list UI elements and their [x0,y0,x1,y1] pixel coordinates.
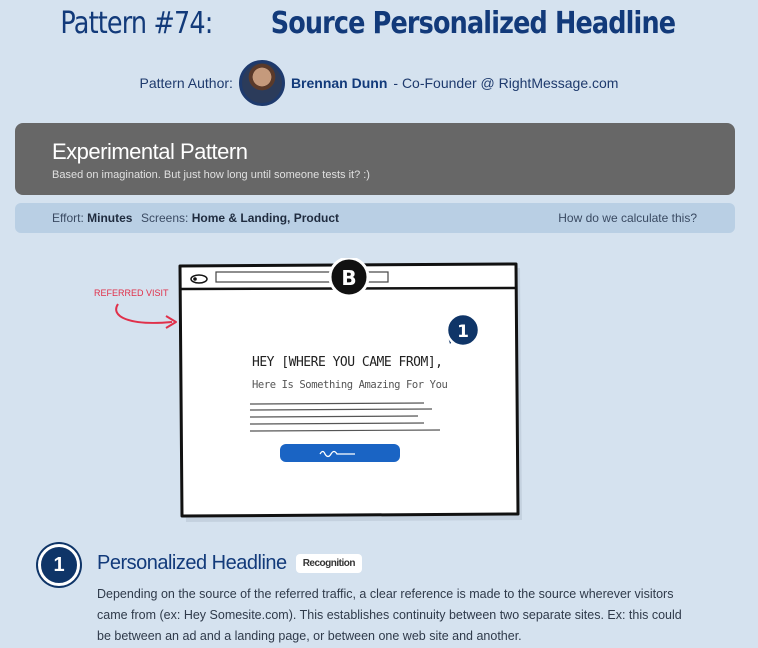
illustration: B REFERRED VISIT 1 HEY [WHERE YOU CAME F… [94,258,522,522]
marker-label: 1 [457,322,469,342]
referred-arrow [115,303,173,324]
calc-link[interactable]: How do we calculate this? [558,211,697,225]
effort-value: Minutes [87,211,133,225]
item-number-badge: 1 [38,544,80,586]
author-row: Pattern Author: Brennan Dunn - Co-Founde… [0,56,758,110]
mock-subheadline: Here Is Something Amazing For You [252,379,447,391]
author-prefix: Pattern Author: [139,75,233,91]
item-title-text: Personalized Headline [97,552,287,574]
mock-headline: HEY [WHERE YOU CAME FROM], [252,355,443,370]
banner-heading: Experimental Pattern [52,139,248,164]
screens-value: Home & Landing, Product [191,211,340,225]
mock-cta-button [280,444,400,462]
banner-subtext: Based on imagination. But just how long … [52,169,370,181]
meta-bar: Effort: Minutes Screens: Home & Landing,… [15,203,735,233]
page-title: Pattern #74: Source Personalized Headlin… [0,6,758,41]
item-title: Personalized Headline Recognition [97,552,362,575]
author-role: - Co-Founder @ RightMessage.com [393,75,619,91]
screens-info: Screens: Home & Landing, Product [141,211,339,225]
referred-visit-label: REFERRED VISIT [94,288,169,298]
item-description: Depending on the source of the referred … [97,587,682,643]
variant-badge-label: B [341,266,356,290]
experimental-banner: Experimental Pattern Based on imaginatio… [15,123,735,195]
avatar[interactable] [238,60,285,106]
effort-label: Effort: [52,211,84,225]
recognition-tag[interactable]: Recognition [295,554,362,574]
effort-info: Effort: Minutes [52,211,132,225]
pattern-number: Pattern #74: [60,6,214,41]
screens-label: Screens: [141,211,189,225]
author-name[interactable]: Brennan Dunn [291,75,387,91]
pattern-name: Source Personalized Headline [270,6,675,41]
